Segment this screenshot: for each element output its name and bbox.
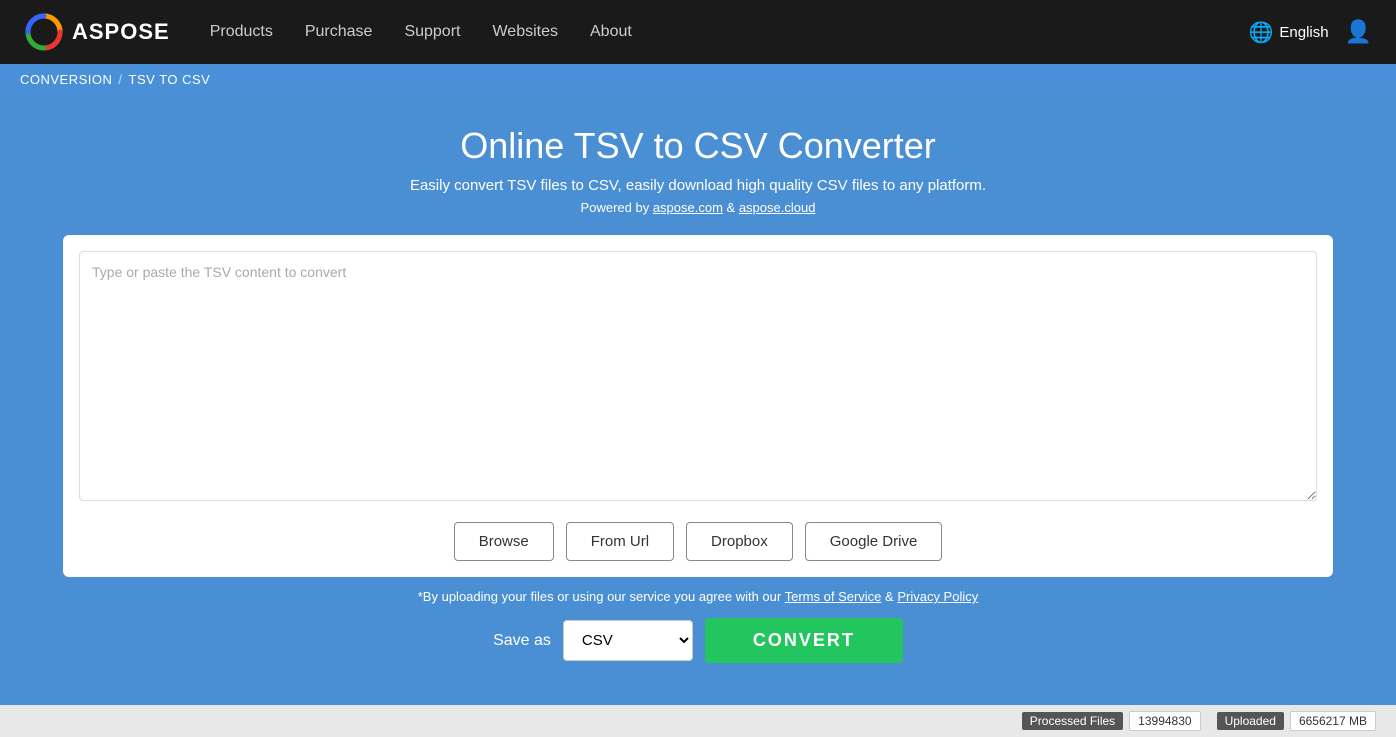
terms-ampersand: &: [881, 589, 897, 604]
aspose-logo-icon: [24, 12, 64, 52]
breadcrumb: CONVERSION / TSV TO CSV: [0, 64, 1396, 95]
page-title: Online TSV to CSV Converter: [460, 125, 936, 167]
processed-files-stat: Processed Files 13994830: [1022, 711, 1201, 731]
converter-box: Browse From Url Dropbox Google Drive: [63, 235, 1333, 577]
tsv-input[interactable]: [79, 251, 1317, 501]
uploaded-value: 6656217 MB: [1290, 711, 1376, 731]
privacy-link[interactable]: Privacy Policy: [897, 589, 978, 604]
breadcrumb-conversion[interactable]: CONVERSION: [20, 72, 112, 87]
powered-by: Powered by aspose.com & aspose.cloud: [581, 200, 816, 215]
uploaded-label: Uploaded: [1217, 712, 1284, 730]
nav-item-products[interactable]: Products: [210, 23, 273, 41]
footer-bar: Processed Files 13994830 Uploaded 665621…: [0, 705, 1396, 737]
logo-text: ASPOSE: [72, 19, 170, 45]
nav-item-purchase[interactable]: Purchase: [305, 23, 373, 41]
terms-text: *By uploading your files or using our se…: [418, 589, 979, 604]
nav-item-support[interactable]: Support: [404, 23, 460, 41]
processed-files-value: 13994830: [1129, 711, 1200, 731]
aspose-com-link[interactable]: aspose.com: [653, 200, 723, 215]
main-content: Online TSV to CSV Converter Easily conve…: [0, 95, 1396, 705]
convert-button[interactable]: CONVERT: [705, 618, 903, 663]
powered-by-prefix: Powered by: [581, 200, 653, 215]
logo-area[interactable]: ASPOSE: [24, 12, 170, 52]
aspose-cloud-link[interactable]: aspose.cloud: [739, 200, 816, 215]
powered-by-ampersand: &: [723, 200, 739, 215]
breadcrumb-separator: /: [118, 72, 122, 87]
navbar-left: ASPOSE Products Purchase Support Website…: [24, 12, 632, 52]
uploaded-stat: Uploaded 6656217 MB: [1217, 711, 1376, 731]
nav-item-websites[interactable]: Websites: [492, 23, 558, 41]
breadcrumb-current: TSV TO CSV: [129, 72, 211, 87]
processed-files-label: Processed Files: [1022, 712, 1123, 730]
format-select[interactable]: CSV TSV XLS XLSX ODS: [563, 620, 693, 661]
navbar: ASPOSE Products Purchase Support Website…: [0, 0, 1396, 64]
page-subtitle: Easily convert TSV files to CSV, easily …: [410, 177, 986, 194]
language-selector[interactable]: 🌐 English: [1248, 20, 1328, 45]
nav-links: Products Purchase Support Websites About: [210, 23, 632, 41]
dropbox-button[interactable]: Dropbox: [686, 522, 793, 561]
google-drive-button[interactable]: Google Drive: [805, 522, 943, 561]
nav-item-about[interactable]: About: [590, 23, 632, 41]
tos-link[interactable]: Terms of Service: [785, 589, 882, 604]
navbar-right: 🌐 English 👤: [1248, 19, 1372, 45]
user-icon[interactable]: 👤: [1345, 19, 1372, 45]
save-as-row: Save as CSV TSV XLS XLSX ODS CONVERT: [493, 618, 903, 663]
from-url-button[interactable]: From Url: [566, 522, 674, 561]
browse-button[interactable]: Browse: [454, 522, 554, 561]
upload-buttons: Browse From Url Dropbox Google Drive: [79, 522, 1317, 561]
language-label: English: [1279, 24, 1328, 41]
save-as-label: Save as: [493, 632, 551, 650]
globe-icon: 🌐: [1248, 20, 1273, 45]
terms-prefix: *By uploading your files or using our se…: [418, 589, 785, 604]
